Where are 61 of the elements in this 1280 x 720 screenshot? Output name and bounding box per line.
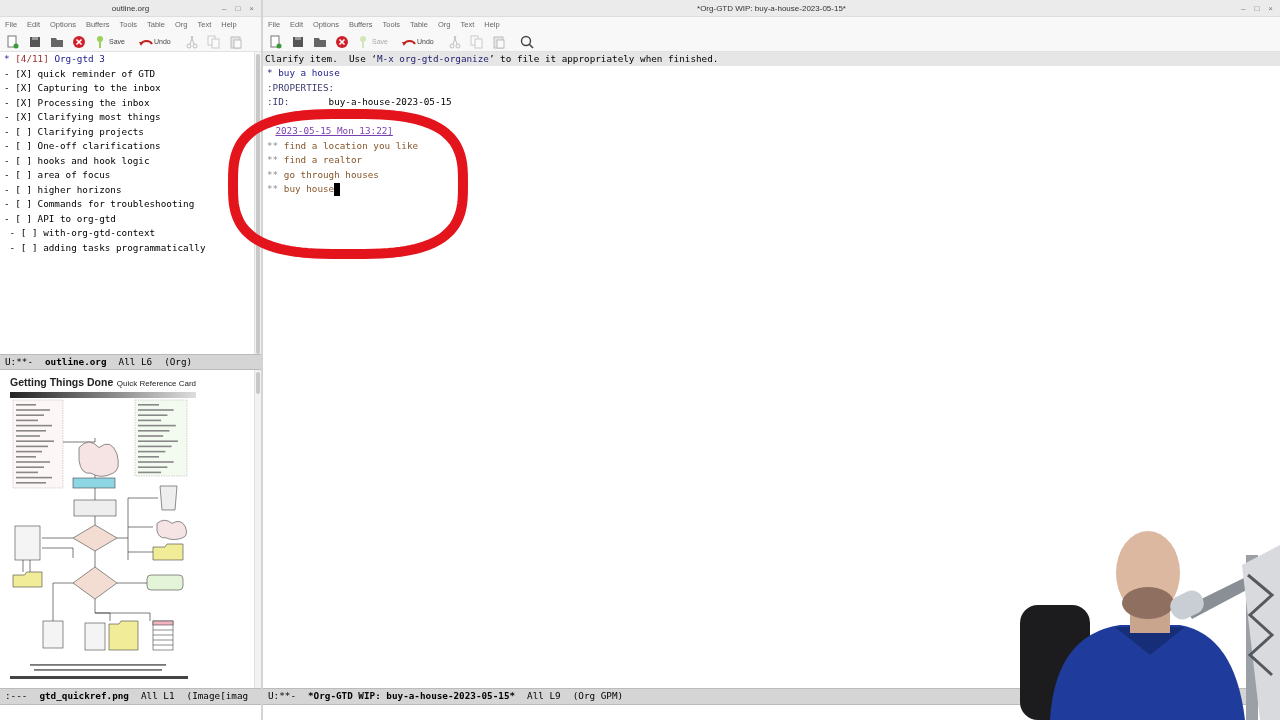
org-subheading: ** buy house	[267, 182, 335, 196]
mode-line-text: *Org-GTD WIP: buy-a-house-2023-05-15*	[308, 689, 516, 704]
mode-line-text: U:**-	[5, 354, 33, 369]
close-button[interactable]: ×	[1268, 3, 1273, 13]
mode-line-text: gtd_quickref.png	[39, 689, 129, 704]
checklist-item: - [X] quick reminder of GTD	[4, 66, 156, 81]
mode-line-text: U:**-	[268, 689, 296, 704]
org-subheading: ** go through houses	[267, 167, 379, 182]
window-title: outline.org	[111, 3, 150, 13]
toolbar-button[interactable]	[519, 34, 534, 49]
checklist-item: - [ ] area of focus	[4, 168, 111, 182]
outline-heading: * [4/11] Org-gtd 3	[4, 52, 105, 66]
scissors-icon	[447, 34, 462, 49]
checklist-item: - [ ] hooks and hook logic	[4, 153, 150, 168]
copy-icon	[469, 34, 484, 49]
mode-line-text: :---	[5, 689, 28, 704]
scissors-icon	[184, 34, 199, 49]
toolbar-button[interactable]	[72, 34, 86, 49]
mode-line-text: (Org GPM)	[572, 689, 624, 704]
checklist-item: - [X] Clarifying most things	[4, 110, 161, 124]
mode-line-text: All L9	[527, 689, 561, 704]
checklist-item: - [X] Capturing to the inbox	[4, 81, 161, 95]
org-subheading: ** find a location you like	[267, 138, 419, 153]
file-icon	[291, 34, 305, 49]
minimize-button[interactable]: –	[1241, 3, 1246, 13]
checklist-item: - [ ] Commands for troubleshooting	[4, 197, 195, 211]
org-heading: * buy a house	[267, 66, 340, 80]
scrollbar[interactable]	[254, 52, 261, 354]
property-line: :ID: buy-a-house-2023-05-15	[267, 95, 452, 109]
toolbar-button[interactable]	[291, 34, 305, 49]
mode-line-text: (Org)	[164, 354, 193, 369]
search-icon	[519, 34, 534, 49]
header-line-text: Clarify item. Use ‘M-x org-gtd-organize’ to file it appropriately when finished.	[265, 52, 719, 66]
close-button[interactable]: ×	[249, 3, 254, 13]
clipboard-icon	[228, 34, 243, 49]
file-icon	[28, 34, 42, 49]
copy-icon	[206, 34, 221, 49]
checklist-item: - [ ] API to org-gtd	[4, 211, 116, 226]
maximize-button[interactable]: □	[1254, 3, 1260, 13]
checklist-item: - [ ] with-org-gtd-context	[9, 226, 156, 240]
card-subtitle: Quick Reference Card	[116, 379, 196, 388]
clipboard-icon	[491, 34, 506, 49]
timestamp-link[interactable]: 2023-05-15 Mon 13:22]	[275, 124, 393, 139]
maximize-button[interactable]: □	[235, 3, 241, 13]
checklist-item: - [ ] Clarifying projects	[4, 124, 144, 139]
toolbar-button[interactable]	[335, 34, 349, 49]
checklist-item: - [ ] higher horizons	[4, 182, 122, 197]
checklist-item: - [ ] adding tasks programmatically	[9, 240, 206, 255]
minimize-button[interactable]: –	[222, 3, 227, 13]
scrollbar[interactable]	[254, 370, 261, 688]
checklist-item: - [X] Processing the inbox	[4, 95, 150, 110]
mode-line-text: (Image[imag	[186, 689, 249, 704]
org-subheading: ** find a realtor	[267, 153, 363, 167]
checklist-item: - [ ] One-off clarifications	[4, 139, 161, 153]
mode-line-text: outline.org	[45, 354, 107, 369]
toolbar-button[interactable]	[28, 34, 42, 49]
window-title: *Org-GTD WIP: buy-a-house-2023-05-15*	[697, 3, 846, 13]
mode-line-text: All L6	[118, 354, 153, 369]
property-drawer: :PROPERTIES:	[267, 80, 335, 95]
card-title: Getting Things Done	[10, 376, 114, 388]
mode-line-text: All L1	[140, 689, 175, 704]
